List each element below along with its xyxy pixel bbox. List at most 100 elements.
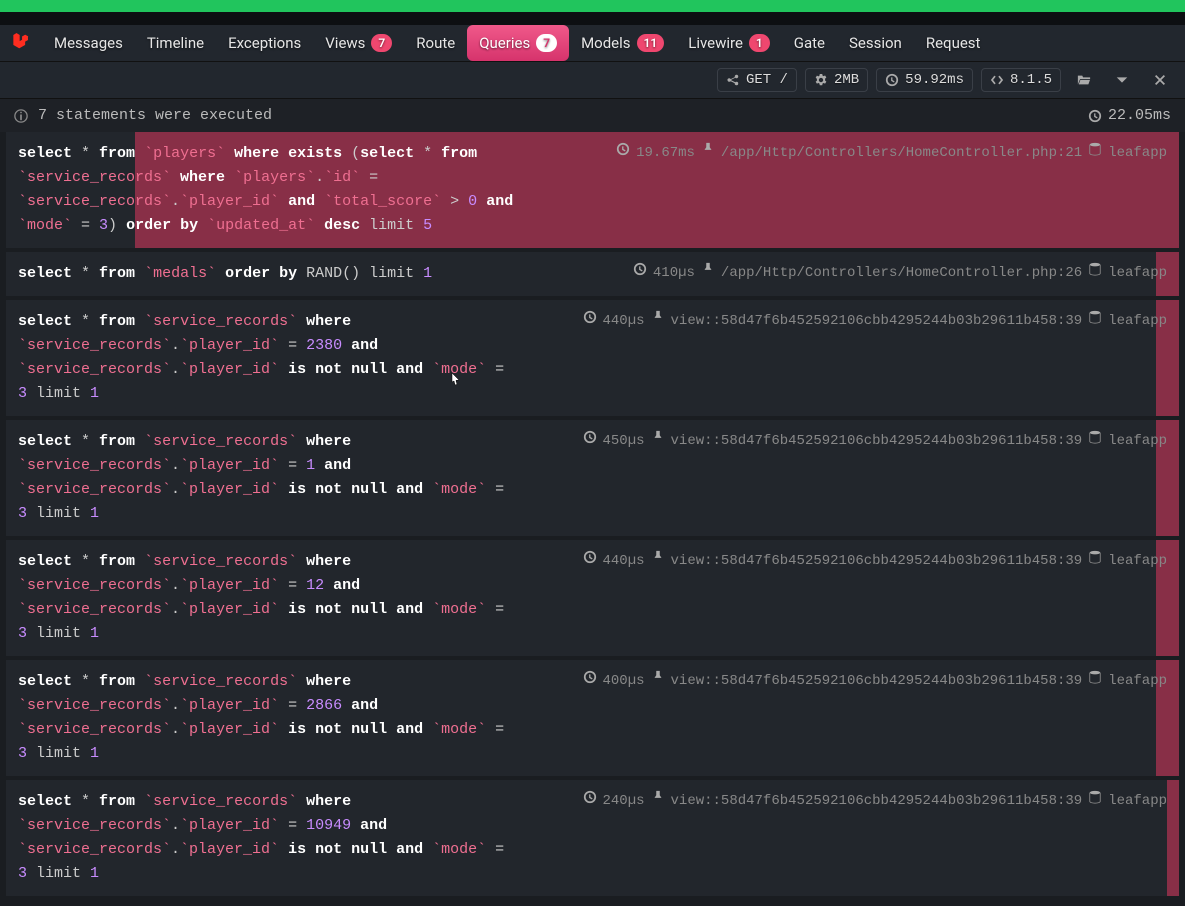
- pin-icon: [651, 670, 665, 684]
- query-row[interactable]: select * from `service_records` where `s…: [6, 420, 1179, 536]
- tab-session[interactable]: Session: [837, 25, 914, 61]
- tab-gate[interactable]: Gate: [782, 25, 837, 61]
- summary-text: 7 statements were executed: [38, 107, 272, 124]
- close-button[interactable]: [1145, 70, 1175, 90]
- query-source: /app/Http/Controllers/HomeController.php…: [721, 142, 1082, 164]
- tab-label: Timeline: [147, 34, 204, 52]
- query-connection: leafapp: [1108, 790, 1167, 812]
- clock-icon: [583, 670, 597, 684]
- tab-badge: 7: [371, 34, 392, 52]
- query-source: view::58d47f6b452592106cbb4295244b03b296…: [671, 310, 1083, 332]
- status-bar: GET / 2MB 59.92ms 8.1.5: [0, 62, 1185, 99]
- tab-models[interactable]: Models11: [569, 25, 676, 61]
- query-source: /app/Http/Controllers/HomeController.php…: [721, 262, 1082, 284]
- tab-route[interactable]: Route: [404, 25, 467, 61]
- stat-memory[interactable]: 2MB: [805, 68, 868, 92]
- query-sql: select * from `service_records` where `s…: [18, 430, 518, 526]
- query-connection: leafapp: [1108, 142, 1167, 164]
- clock-icon: [633, 262, 647, 276]
- pin-icon: [651, 310, 665, 324]
- database-icon: [1088, 262, 1102, 276]
- collapse-button[interactable]: [1107, 70, 1137, 90]
- query-connection: leafapp: [1108, 670, 1167, 692]
- tab-badge: 11: [637, 34, 665, 52]
- query-duration: 240µs: [603, 790, 645, 812]
- query-duration: 400µs: [603, 670, 645, 692]
- query-duration-bar: [1167, 780, 1179, 896]
- info-icon: [14, 109, 28, 123]
- query-meta: 240µs view::58d47f6b452592106cbb4295244b0…: [538, 790, 1167, 886]
- stat-version[interactable]: 8.1.5: [981, 68, 1061, 92]
- pin-icon: [651, 550, 665, 564]
- clock-icon: [583, 790, 597, 804]
- query-list: select * from `players` where exists (se…: [0, 132, 1185, 906]
- database-icon: [1088, 550, 1102, 564]
- tab-label: Exceptions: [228, 34, 301, 52]
- query-row[interactable]: select * from `medals` order by RAND() l…: [6, 252, 1179, 296]
- query-sql: select * from `service_records` where `s…: [18, 550, 518, 646]
- tab-exceptions[interactable]: Exceptions: [216, 25, 313, 61]
- query-duration: 410µs: [653, 262, 695, 284]
- tab-label: Route: [416, 34, 455, 52]
- query-duration: 19.67ms: [636, 142, 695, 164]
- clock-icon: [885, 73, 899, 87]
- query-row[interactable]: select * from `service_records` where `s…: [6, 780, 1179, 896]
- tab-messages[interactable]: Messages: [42, 25, 135, 61]
- query-source: view::58d47f6b452592106cbb4295244b03b296…: [671, 670, 1083, 692]
- close-icon: [1153, 73, 1167, 87]
- query-duration: 450µs: [603, 430, 645, 452]
- query-row[interactable]: select * from `service_records` where `s…: [6, 660, 1179, 776]
- tab-label: Gate: [794, 34, 825, 52]
- query-source: view::58d47f6b452592106cbb4295244b03b296…: [671, 550, 1083, 572]
- tab-views[interactable]: Views 7: [313, 25, 404, 61]
- clock-icon: [583, 550, 597, 564]
- query-meta: 440µs view::58d47f6b452592106cbb4295244b0…: [538, 550, 1167, 646]
- query-duration: 440µs: [603, 550, 645, 572]
- top-accent-bar: [0, 0, 1185, 12]
- clock-icon: [583, 430, 597, 444]
- database-icon: [1088, 310, 1102, 324]
- query-row[interactable]: select * from `players` where exists (se…: [6, 132, 1179, 248]
- debugbar-header: Messages Timeline Exceptions Views 7 Route Que…: [0, 25, 1185, 62]
- pin-icon: [651, 790, 665, 804]
- dark-strip: [0, 12, 1185, 25]
- database-icon: [1088, 142, 1102, 156]
- tab-label: Livewire: [688, 34, 743, 52]
- pin-icon: [701, 262, 715, 276]
- stat-method-label: GET /: [746, 72, 788, 88]
- query-sql: select * from `service_records` where `s…: [18, 670, 518, 766]
- laravel-logo-icon: [8, 31, 32, 55]
- tab-request[interactable]: Request: [914, 25, 993, 61]
- stat-request[interactable]: GET /: [717, 68, 797, 92]
- query-source: view::58d47f6b452592106cbb4295244b03b296…: [671, 790, 1083, 812]
- query-duration: 440µs: [603, 310, 645, 332]
- query-connection: leafapp: [1108, 310, 1167, 332]
- tab-livewire[interactable]: Livewire 1: [676, 25, 782, 61]
- tab-badge: 1: [749, 34, 770, 52]
- chevron-down-icon: [1115, 73, 1129, 87]
- stat-time-label: 59.92ms: [905, 72, 964, 88]
- query-row[interactable]: select * from `service_records` where `s…: [6, 540, 1179, 656]
- database-icon: [1088, 670, 1102, 684]
- tab-queries[interactable]: Queries7: [467, 25, 569, 61]
- query-sql: select * from `medals` order by RAND() l…: [18, 262, 518, 286]
- stat-version-label: 8.1.5: [1010, 72, 1052, 88]
- query-meta: 400µs view::58d47f6b452592106cbb4295244b0…: [538, 670, 1167, 766]
- clock-icon: [1088, 109, 1102, 123]
- queries-summary: 7 statements were executed 22.05ms: [0, 99, 1185, 132]
- database-icon: [1088, 790, 1102, 804]
- folder-open-button[interactable]: [1069, 70, 1099, 90]
- query-row[interactable]: select * from `service_records` where `s…: [6, 300, 1179, 416]
- tab-badge: 7: [536, 34, 557, 52]
- query-sql: select * from `service_records` where `s…: [18, 310, 518, 406]
- pin-icon: [701, 142, 715, 156]
- tab-timeline[interactable]: Timeline: [135, 25, 216, 61]
- folder-open-icon: [1077, 73, 1091, 87]
- query-sql: select * from `players` where exists (se…: [18, 142, 518, 238]
- code-icon: [990, 73, 1004, 87]
- query-connection: leafapp: [1108, 550, 1167, 572]
- query-meta: 450µsview::58d47f6b452592106cbb4295244b0…: [538, 430, 1167, 526]
- tab-label: Views: [325, 34, 365, 52]
- stat-time[interactable]: 59.92ms: [876, 68, 973, 92]
- query-meta: 440µs view::58d47f6b452592106cbb4295244b0…: [538, 310, 1167, 406]
